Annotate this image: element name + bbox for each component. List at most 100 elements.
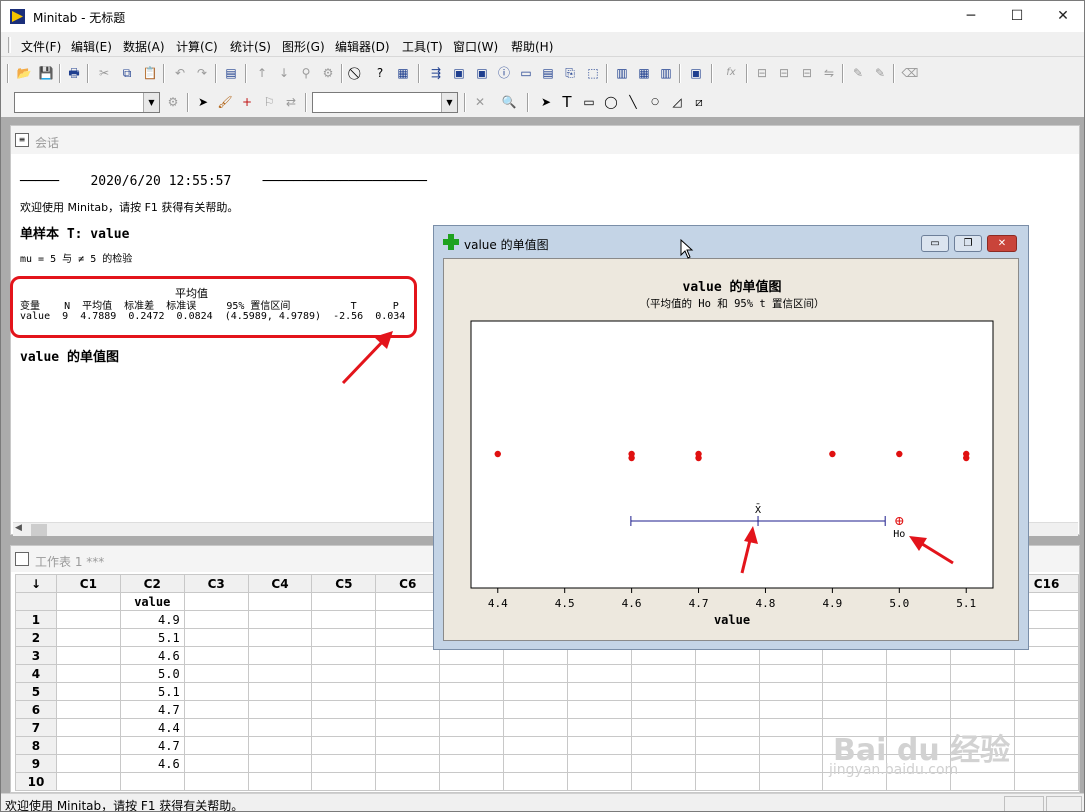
- cell[interactable]: [375, 754, 441, 773]
- cell[interactable]: [694, 718, 760, 737]
- cell[interactable]: [375, 700, 441, 719]
- cell[interactable]: [375, 664, 441, 683]
- cell[interactable]: [630, 700, 696, 719]
- row-number[interactable]: 7: [15, 718, 57, 737]
- flag-icon[interactable]: ⚐: [260, 93, 278, 111]
- crosshair-icon[interactable]: +: [238, 93, 256, 111]
- row-number[interactable]: 9: [15, 754, 57, 773]
- cell[interactable]: [55, 718, 121, 737]
- menu-edit[interactable]: 编辑(E): [71, 38, 112, 55]
- cell[interactable]: [183, 718, 249, 737]
- undo-icon[interactable]: ↶: [171, 64, 189, 82]
- cell[interactable]: [55, 664, 121, 683]
- paste-icon[interactable]: 📋: [141, 64, 159, 82]
- cell[interactable]: [119, 772, 185, 791]
- layout-icon[interactable]: ⬚: [584, 64, 602, 82]
- row-number[interactable]: 10: [15, 772, 57, 791]
- cell[interactable]: [822, 700, 888, 719]
- cell[interactable]: [183, 682, 249, 701]
- cell[interactable]: [55, 772, 121, 791]
- cell[interactable]: [247, 772, 313, 791]
- cell[interactable]: [183, 772, 249, 791]
- cell[interactable]: [758, 736, 824, 755]
- cell[interactable]: 4.9: [119, 610, 185, 629]
- cell[interactable]: [950, 682, 1016, 701]
- cell[interactable]: [375, 736, 441, 755]
- text-tool-icon[interactable]: T: [558, 93, 576, 111]
- cell[interactable]: [247, 628, 313, 647]
- brush-tool-icon[interactable]: 🖌: [216, 93, 234, 111]
- cell[interactable]: [55, 736, 121, 755]
- graph-minimize-button[interactable]: ▭: [921, 235, 949, 252]
- help-icon[interactable]: ?: [371, 64, 389, 82]
- brush-icon[interactable]: ✎: [849, 64, 867, 82]
- column-name-cell[interactable]: [183, 592, 249, 611]
- cell[interactable]: [311, 736, 377, 755]
- column-name-cell[interactable]: [375, 592, 441, 611]
- cell[interactable]: [375, 610, 441, 629]
- select-arrow-icon[interactable]: ➤: [194, 93, 212, 111]
- line-tool-icon[interactable]: ╲: [624, 93, 642, 111]
- cell[interactable]: [247, 754, 313, 773]
- cell[interactable]: [758, 682, 824, 701]
- cell[interactable]: [758, 718, 824, 737]
- column-header-c3[interactable]: C3: [183, 574, 249, 593]
- cell[interactable]: [694, 754, 760, 773]
- cell[interactable]: [503, 718, 568, 737]
- row-number[interactable]: 8: [15, 736, 57, 755]
- cell[interactable]: [566, 736, 632, 755]
- cell[interactable]: [55, 610, 121, 629]
- scroll-left-icon[interactable]: ◀: [15, 523, 22, 533]
- cell[interactable]: [439, 736, 505, 755]
- menu-file[interactable]: 文件(F): [21, 38, 61, 55]
- cell[interactable]: [375, 682, 441, 701]
- show-session-icon[interactable]: ⇶: [427, 64, 445, 82]
- cell[interactable]: [311, 664, 377, 683]
- cell[interactable]: [758, 700, 824, 719]
- column-header-c1[interactable]: C1: [55, 574, 121, 593]
- clear-icon[interactable]: ✕: [471, 93, 489, 111]
- graph-window-titlebar[interactable]: value 的单值图 ▭ ❐ ✕: [434, 226, 1028, 258]
- cell[interactable]: [183, 736, 249, 755]
- row-number[interactable]: 2: [15, 628, 57, 647]
- column-icon[interactable]: ▥: [657, 64, 675, 82]
- cell[interactable]: [630, 772, 696, 791]
- column-header-c4[interactable]: C4: [247, 574, 313, 593]
- cell[interactable]: [439, 718, 505, 737]
- cell[interactable]: [758, 772, 824, 791]
- row-number[interactable]: 3: [15, 646, 57, 665]
- cell[interactable]: [566, 718, 632, 737]
- cell[interactable]: [375, 772, 441, 791]
- eraser-icon[interactable]: ⌫: [901, 64, 919, 82]
- cell[interactable]: [1014, 664, 1079, 683]
- cell[interactable]: [183, 664, 249, 683]
- corner-cell[interactable]: ↓: [15, 574, 57, 593]
- cell[interactable]: [311, 646, 377, 665]
- cell[interactable]: [55, 754, 121, 773]
- menu-help[interactable]: 帮助(H): [511, 38, 553, 55]
- cell[interactable]: [439, 682, 505, 701]
- move-down-icon[interactable]: ↓: [275, 64, 293, 82]
- cell[interactable]: [503, 664, 568, 683]
- cell[interactable]: [566, 700, 632, 719]
- properties-icon[interactable]: ⚙: [164, 93, 182, 111]
- cell[interactable]: [950, 700, 1016, 719]
- cell[interactable]: [630, 736, 696, 755]
- cell[interactable]: [311, 610, 377, 629]
- project-manager-icon[interactable]: ▥: [613, 64, 631, 82]
- cell[interactable]: 4.6: [119, 646, 185, 665]
- report-pad-icon[interactable]: ▤: [539, 64, 557, 82]
- cell[interactable]: [1014, 682, 1079, 701]
- close-all-graphs-icon[interactable]: ▣: [687, 64, 705, 82]
- open-icon[interactable]: 📂: [15, 64, 33, 82]
- cell[interactable]: [439, 754, 505, 773]
- cell[interactable]: [758, 664, 824, 683]
- polygon-tool-icon[interactable]: ⧄: [690, 93, 708, 111]
- cell[interactable]: [503, 772, 568, 791]
- brush2-icon[interactable]: ✎: [871, 64, 889, 82]
- swap-icon[interactable]: ⇄: [282, 93, 300, 111]
- copy-icon[interactable]: ⧉: [118, 64, 136, 82]
- cell[interactable]: 5.1: [119, 628, 185, 647]
- cell[interactable]: [630, 682, 696, 701]
- ellipse-tool-icon[interactable]: ◯: [602, 93, 620, 111]
